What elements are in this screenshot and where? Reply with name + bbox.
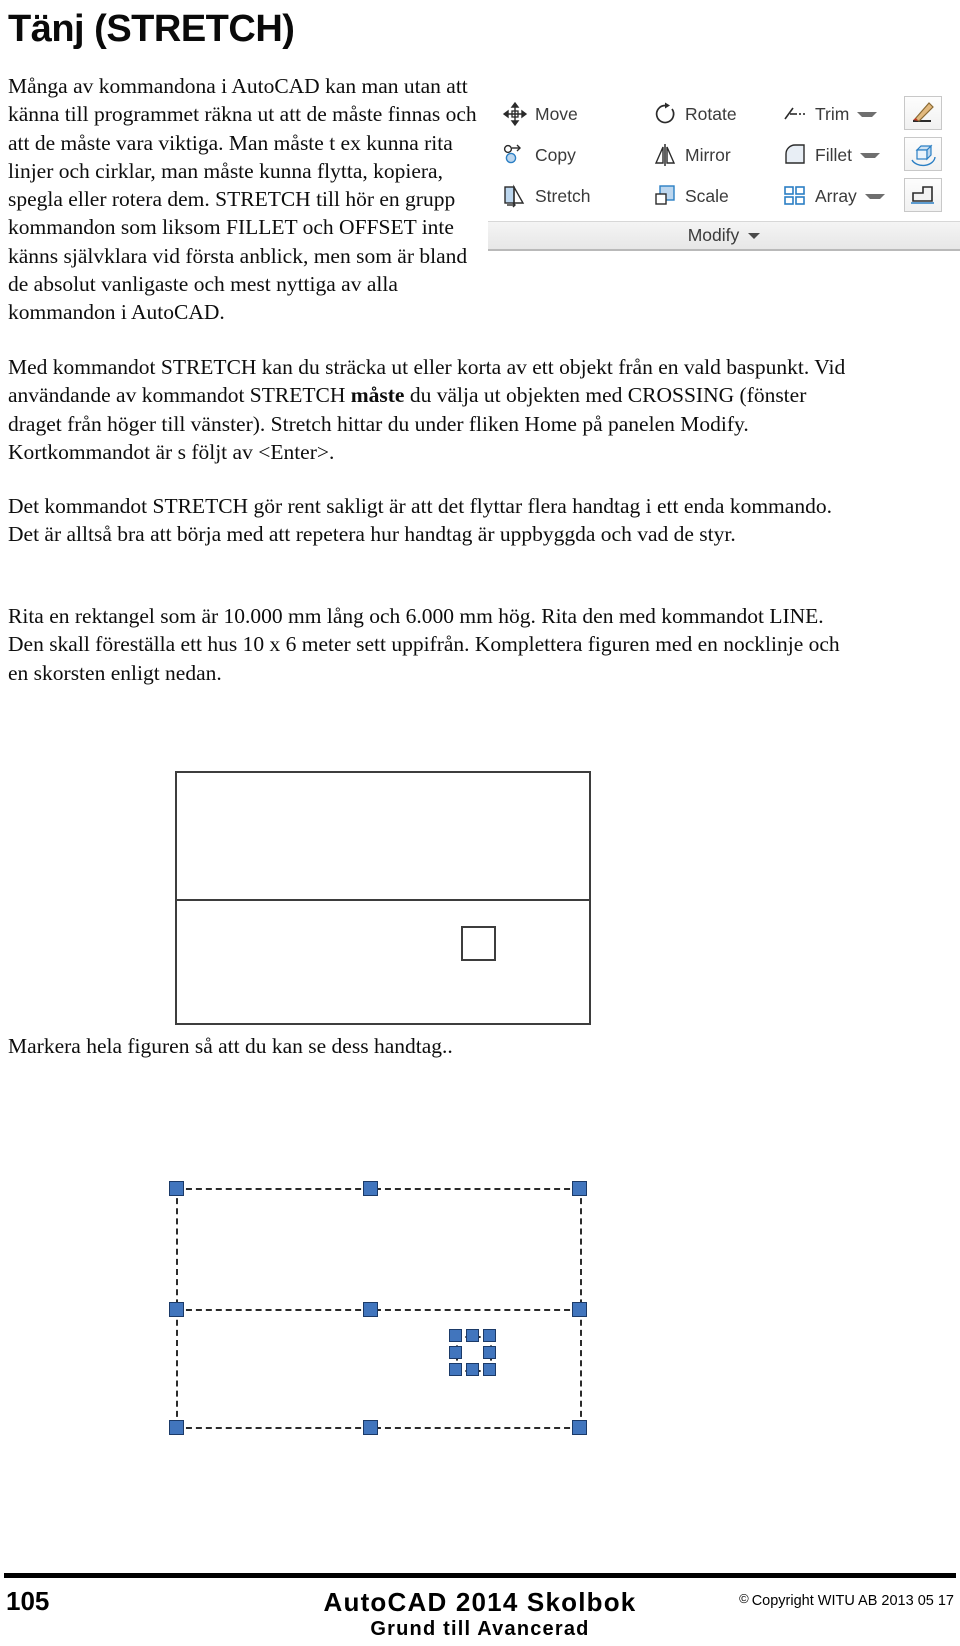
extrude-icon (905, 186, 941, 215)
ribbon-row-1: Move Rotate Trim (502, 94, 942, 134)
ribbon-item-rotate[interactable]: Rotate (652, 95, 782, 133)
grip-handle[interactable] (572, 1181, 587, 1196)
ribbon-item-array[interactable]: Array (782, 177, 910, 215)
array-icon (782, 183, 808, 209)
ribbon-item-mirror[interactable]: Mirror (652, 136, 782, 174)
ribbon-row-2: Copy Mirror Fillet (502, 135, 942, 175)
copyright-text: Copyright WITU AB 2013 05 17 (751, 1593, 954, 1609)
ribbon-item-move[interactable]: Move (502, 95, 652, 133)
move-icon (502, 101, 528, 127)
trim-icon (782, 101, 808, 127)
footer-divider (4, 1573, 956, 1578)
intro-paragraph: Många av kommandona i AutoCAD kan man ut… (8, 74, 477, 325)
ribbon-panel-footer[interactable]: Modify (488, 221, 960, 251)
dashed-edge-ridge (176, 1309, 580, 1311)
ribbon-item-label: Scale (685, 185, 729, 206)
grip-handle-chimney[interactable] (449, 1346, 462, 1359)
grip-handle-chimney[interactable] (483, 1346, 496, 1359)
grip-handle[interactable] (169, 1302, 184, 1317)
paragraph-emphasis-maste: måste (350, 383, 405, 408)
fillet-icon (782, 142, 808, 168)
ribbon-item-fillet[interactable]: Fillet (782, 136, 910, 174)
ribbon-button-rotate-3d[interactable] (904, 137, 942, 171)
grip-handle[interactable] (572, 1302, 587, 1317)
grip-handle[interactable] (363, 1302, 378, 1317)
ribbon-item-trim[interactable]: Trim (782, 95, 910, 133)
ridge-line (175, 899, 591, 901)
ribbon-row-3: Stretch Scale Array (502, 176, 942, 216)
match-properties-icon (905, 102, 941, 133)
page-title: Tänj (STRETCH) (8, 8, 295, 50)
modify-ribbon-panel-image: Move Rotate Trim Copy Mirror Fillet Stre… (488, 88, 960, 253)
scale-icon (652, 183, 678, 209)
grip-handle[interactable] (169, 1181, 184, 1196)
ribbon-item-label: Array (815, 185, 857, 206)
grip-handle-chimney[interactable] (449, 1363, 462, 1376)
mirror-icon (652, 142, 678, 168)
ribbon-item-copy[interactable]: Copy (502, 136, 652, 174)
paragraph-grips-explanation: Det kommandot STRETCH gör rent sakligt ä… (8, 494, 832, 547)
grip-handle[interactable] (572, 1420, 587, 1435)
ribbon-item-label: Copy (535, 144, 576, 165)
ribbon-item-stretch[interactable]: Stretch (502, 177, 652, 215)
ribbon-item-label: Fillet (815, 144, 852, 165)
ribbon-item-label: Rotate (685, 103, 737, 124)
ribbon-item-label: Move (535, 103, 578, 124)
ribbon-item-label: Trim (815, 103, 850, 124)
ribbon-item-scale[interactable]: Scale (652, 177, 782, 215)
dashed-edge-bottom (176, 1427, 580, 1429)
cad-house-plan-drawing (175, 771, 591, 1025)
selected-figure-with-grips (168, 1181, 588, 1437)
rotate-icon (652, 101, 678, 127)
grip-handle-chimney[interactable] (483, 1363, 496, 1376)
copy-icon (502, 142, 528, 168)
paragraph-stretch-usage: Med kommandot STRETCH kan du sträcka ut … (8, 353, 846, 466)
grip-handle-chimney[interactable] (466, 1329, 479, 1342)
chimney-square (461, 926, 496, 961)
grip-handle[interactable] (363, 1181, 378, 1196)
chevron-down-icon[interactable] (857, 111, 878, 117)
paragraph-exercise-instructions: Rita en rektangel som är 10.000 mm lång … (8, 604, 840, 685)
grip-handle-chimney[interactable] (483, 1329, 496, 1342)
ribbon-item-label: Stretch (535, 185, 591, 206)
copyright-icon: © (739, 1591, 749, 1606)
rotate-3d-icon (905, 144, 941, 174)
house-outline-rectangle (175, 771, 591, 1025)
grip-handle[interactable] (363, 1420, 378, 1435)
footer-book-subtitle: Grund till Avancerad (370, 1618, 590, 1640)
chevron-down-icon[interactable] (748, 232, 761, 239)
ribbon-button-extrude[interactable] (904, 178, 942, 212)
ribbon-item-label: Mirror (685, 144, 731, 165)
footer-copyright: © Copyright WITU AB 2013 05 17 (739, 1591, 954, 1609)
ribbon-panel-label: Modify (687, 225, 740, 245)
grip-handle-chimney[interactable] (449, 1329, 462, 1342)
dashed-edge-top (176, 1188, 580, 1190)
ribbon-button-match-properties[interactable] (904, 96, 942, 130)
stretch-icon (502, 183, 528, 209)
figure-caption: Markera hela figuren så att du kan se de… (8, 1034, 453, 1058)
grip-handle[interactable] (169, 1420, 184, 1435)
chevron-down-icon[interactable] (864, 193, 885, 199)
chevron-down-icon[interactable] (859, 152, 880, 158)
ribbon-button-grid: Move Rotate Trim Copy Mirror Fillet Stre… (488, 88, 960, 221)
grip-handle-chimney[interactable] (466, 1363, 479, 1376)
